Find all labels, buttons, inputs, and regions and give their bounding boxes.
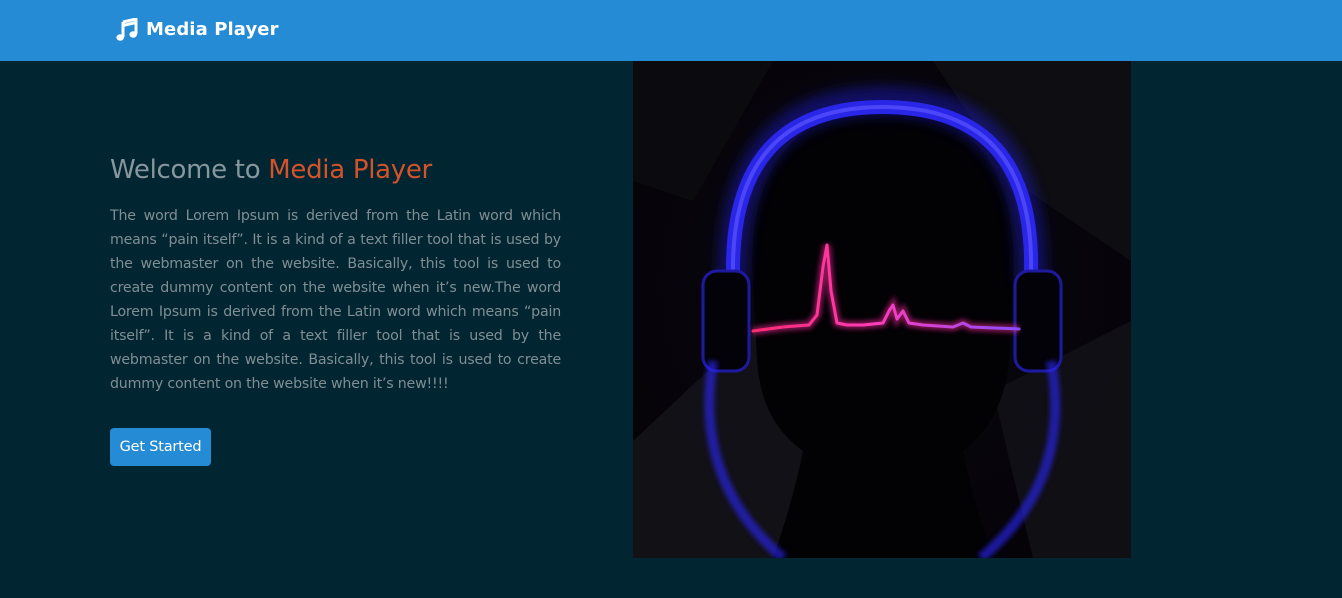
get-started-button[interactable]: Get Started bbox=[110, 428, 211, 466]
headphones-illustration bbox=[633, 61, 1131, 558]
music-note-icon bbox=[116, 17, 138, 42]
brand-label: Media Player bbox=[146, 19, 279, 40]
hero-title-accent: Media Player bbox=[268, 155, 432, 185]
navbar: Media Player bbox=[0, 0, 1342, 61]
hero-title: Welcome to Media Player bbox=[110, 153, 432, 187]
hero-description: The word Lorem Ipsum is derived from the… bbox=[110, 208, 561, 392]
hero-title-prefix: Welcome to bbox=[110, 155, 269, 185]
brand-link[interactable]: Media Player bbox=[116, 17, 279, 43]
hero-image bbox=[633, 61, 1131, 558]
hero-section: Welcome to Media Player The word Lorem I… bbox=[0, 61, 1342, 598]
